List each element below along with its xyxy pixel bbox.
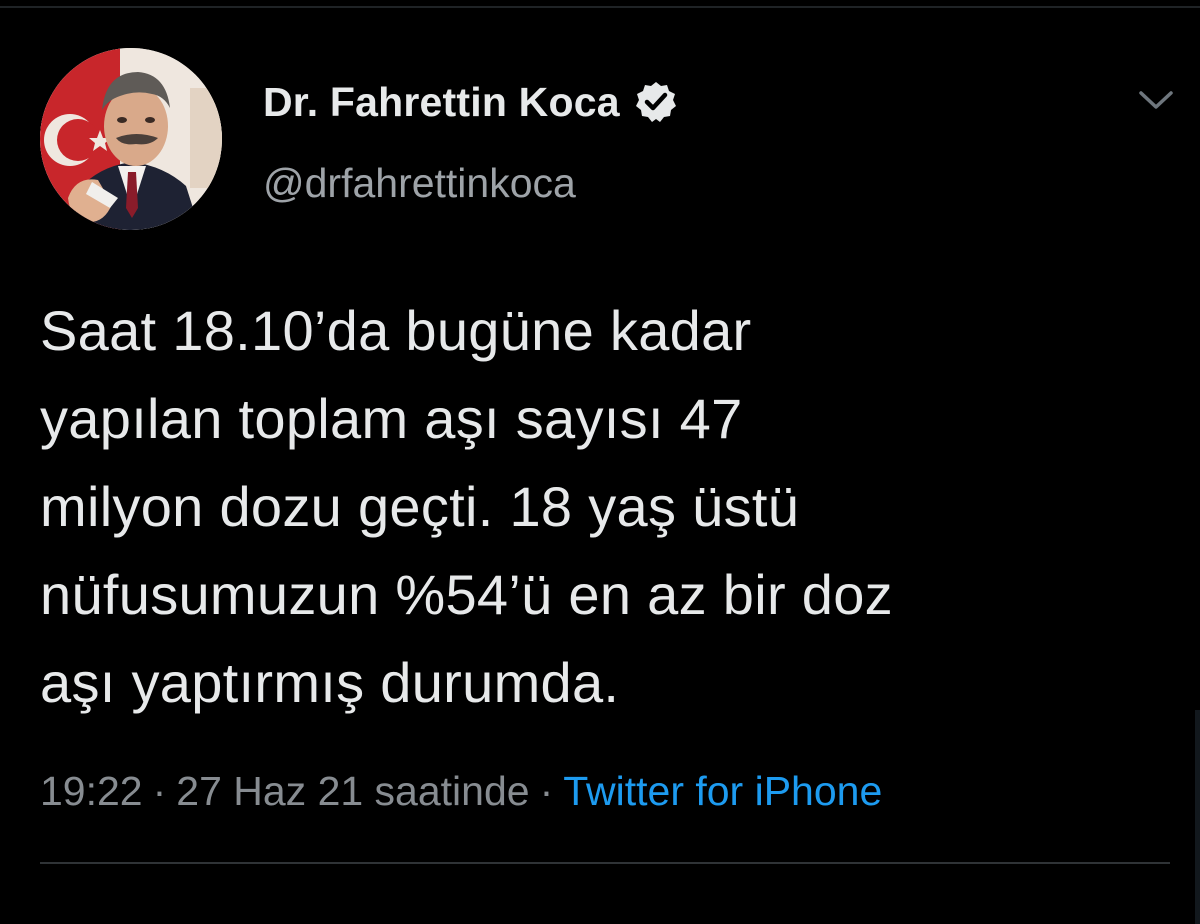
chevron-down-icon — [1139, 91, 1173, 109]
meta-separator: · — [152, 768, 167, 814]
tweet-meta: 19:22 · 27 Haz 21 saatinde · Twitter for… — [40, 768, 882, 815]
meta-separator: · — [539, 768, 554, 814]
tweet-text: Saat 18.10’da bugüne kadar yapılan topla… — [40, 287, 1170, 727]
tweet-text-line: yapılan toplam aşı sayısı 47 — [40, 387, 743, 450]
bottom-divider — [40, 862, 1170, 864]
tweet-text-line: milyon dozu geçti. 18 yaş üstü — [40, 475, 800, 538]
tweet-text-line: nüfusumuzun %54’ü en az bir doz — [40, 563, 893, 626]
avatar[interactable] — [40, 48, 222, 230]
tweet-source-link[interactable]: Twitter for iPhone — [563, 768, 882, 815]
avatar-image — [40, 48, 222, 230]
tweet-text-line: Saat 18.10’da bugüne kadar — [40, 299, 752, 362]
tweet-time[interactable]: 19:22 — [40, 768, 143, 815]
tweet-date[interactable]: 27 Haz 21 saatinde — [176, 768, 529, 815]
scrollbar-track[interactable] — [1195, 710, 1200, 924]
top-divider — [0, 6, 1200, 8]
tweet[interactable]: Dr. Fahrettin Koca @drfahrettinkoca Saat… — [0, 0, 1200, 924]
tweet-text-line: aşı yaptırmış durumda. — [40, 651, 620, 714]
author-row[interactable]: Dr. Fahrettin Koca — [263, 74, 678, 130]
author-handle[interactable]: @drfahrettinkoca — [263, 160, 576, 207]
verified-badge-icon — [634, 80, 678, 124]
author-display-name[interactable]: Dr. Fahrettin Koca — [263, 79, 620, 126]
more-options-button[interactable] — [1128, 80, 1184, 120]
